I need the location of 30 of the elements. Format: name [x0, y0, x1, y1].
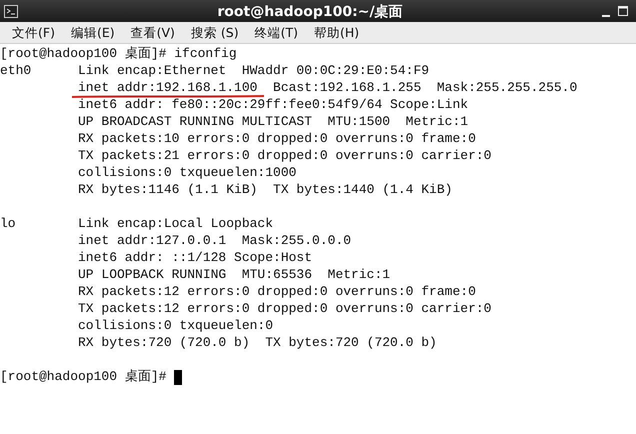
output-line: inet6 addr: fe80::20c:29ff:fee0:54f9/64 Scope:Link	[78, 98, 468, 112]
output-line: inet6 addr: ::1/128 Scope:Host	[78, 251, 312, 265]
output-line: inet addr:127.0.0.1 Mask:255.0.0.0	[78, 234, 352, 248]
output-line: inet addr:192.168.1.100 Bcast:192.168.1.255 Mask:255.255.255.0	[78, 81, 578, 95]
output-line: collisions:0 txqueuelen:0	[78, 319, 274, 333]
menu-item[interactable]: 查看(V)	[122, 22, 183, 43]
menu-item[interactable]: 帮助(H)	[306, 22, 368, 43]
output-line: Link encap:Local Loopback	[78, 217, 274, 231]
window-title: root@hadoop100:~/桌面	[217, 4, 403, 20]
prompt-line: [root@hadoop100 桌面]# ifconfig	[0, 47, 237, 61]
output-line: TX packets:21 errors:0 dropped:0 overruns:0 carrier:0	[78, 149, 492, 163]
output-line: RX bytes:1146 (1.1 KiB) TX bytes:1440 (1.4 KiB)	[78, 183, 452, 197]
prompt-line: [root@hadoop100 桌面]#	[0, 370, 166, 384]
menu-item[interactable]: 搜索 (S)	[182, 22, 247, 43]
output-line: RX packets:12 errors:0 dropped:0 overruns:0 frame:0	[78, 285, 476, 299]
output-line: RX bytes:720 (720.0 b) TX bytes:720 (720.0 b)	[78, 336, 437, 350]
menu-item[interactable]: 编辑(E)	[62, 22, 123, 43]
output-line: Link encap:Ethernet HWaddr 00:0C:29:E0:54:F9	[78, 64, 430, 78]
menu-item[interactable]: 终端(T)	[246, 22, 306, 43]
minimize-icon[interactable]	[602, 15, 610, 18]
interface-name: eth0	[0, 64, 32, 78]
output-line: UP LOOPBACK RUNNING MTU:65536 Metric:1	[78, 268, 390, 282]
output-line: RX packets:10 errors:0 dropped:0 overruns:0 frame:0	[78, 132, 476, 146]
interface-name: lo	[0, 217, 17, 231]
maximize-icon[interactable]	[618, 6, 628, 16]
terminal-icon	[4, 4, 18, 18]
output-line: UP BROADCAST RUNNING MULTICAST MTU:1500 Metric:1	[78, 115, 468, 129]
output-line: TX packets:12 errors:0 dropped:0 overruns:0 carrier:0	[78, 302, 492, 316]
menu-item[interactable]: 文件(F)	[4, 22, 63, 43]
output-line: collisions:0 txqueuelen:1000	[78, 166, 296, 180]
